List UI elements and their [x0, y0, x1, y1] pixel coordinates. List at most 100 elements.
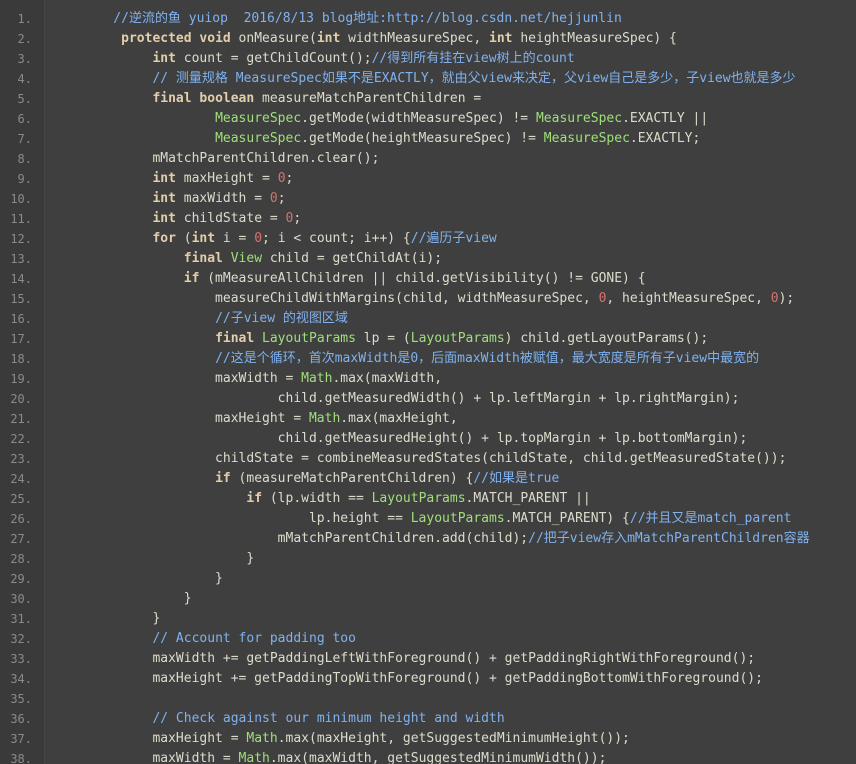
line-number: 31. — [10, 612, 32, 626]
code-line: 15. measureChildWithMargins(child, width… — [0, 289, 856, 309]
code-text: maxWidth += getPaddingLeftWithForeground… — [32, 649, 755, 669]
code-token: ; — [293, 211, 302, 226]
code-text: int maxWidth = 0; — [32, 189, 285, 209]
code-text: int childState = 0; — [32, 209, 301, 229]
code-text: maxWidth = Math.max(maxWidth, getSuggest… — [32, 749, 606, 764]
code-token: int — [316, 31, 341, 46]
code-line: 25. if (lp.width == LayoutParams.MATCH_P… — [0, 489, 856, 509]
code-token: //遍历子view — [410, 231, 497, 246]
code-line: 20. child.getMeasuredWidth() + lp.leftMa… — [0, 389, 856, 409]
code-token: // Check against our minimum height and … — [152, 711, 505, 726]
code-token: for — [152, 231, 176, 246]
code-token: measureMatchParentChildren = — [254, 91, 482, 106]
code-token: (lp.width == — [262, 491, 372, 506]
code-token: MeasureSpec — [535, 111, 623, 126]
code-token: .max(maxWidth, getSuggestedMinimumWidth(… — [269, 751, 607, 764]
code-token: if — [183, 271, 200, 286]
code-line: 37. maxHeight = Math.max(maxHeight, getS… — [0, 729, 856, 749]
code-line: 4. // 测量规格 MeasureSpec如果不是EXACTLY，就由父vie… — [0, 69, 856, 89]
code-line: 8. mMatchParentChildren.clear(); — [0, 149, 856, 169]
code-token: 0 — [254, 231, 263, 246]
code-token: .getMode(heightMeasureSpec) != — [301, 131, 544, 146]
code-text: child.getMeasuredWidth() + lp.leftMargin… — [32, 389, 740, 409]
code-line: 33. maxWidth += getPaddingLeftWithForegr… — [0, 649, 856, 669]
code-text: //这是个循环，首次maxWidth是0，后面maxWidth被赋值，最大宽度是… — [32, 349, 759, 369]
code-text: mMatchParentChildren.add(child);//把子view… — [32, 529, 810, 549]
code-token: Math — [301, 371, 333, 386]
code-text: maxHeight += getPaddingTopWithForeground… — [32, 669, 762, 689]
code-token: LayoutParams — [410, 511, 505, 526]
code-token: measureChildWithMargins(child, widthMeas… — [82, 291, 599, 306]
code-text: childState = combineMeasuredStates(child… — [32, 449, 786, 469]
line-number: 12. — [10, 232, 32, 246]
code-text: for (int i = 0; i < count; i++) {//遍历子vi… — [32, 229, 497, 249]
code-token: int — [152, 211, 176, 226]
code-line: 36. // Check against our minimum height … — [0, 709, 856, 729]
code-token: (measureMatchParentChildren) { — [230, 471, 474, 486]
code-token: int — [152, 51, 176, 66]
code-line: 30. } — [0, 589, 856, 609]
code-line: 9. int maxHeight = 0; — [0, 169, 856, 189]
code-token: //逆流的鱼 yuiop 2016/8/13 blog地址:http://blo… — [82, 11, 622, 26]
code-text: maxHeight = Math.max(maxHeight, — [32, 409, 458, 429]
code-line: 27. mMatchParentChildren.add(child);//把子… — [0, 529, 856, 549]
code-token: onMeasure( — [230, 31, 317, 46]
code-token: int — [191, 231, 216, 246]
code-text: MeasureSpec.getMode(heightMeasureSpec) !… — [32, 129, 700, 149]
code-token: .getMode(widthMeasureSpec) != — [301, 111, 536, 126]
code-token: child.getMeasuredWidth() + lp.leftMargin… — [82, 391, 740, 406]
code-token: //并且又是match_parent — [629, 511, 792, 526]
code-token: maxWidth += getPaddingLeftWithForeground… — [82, 651, 756, 666]
code-token: child.getMeasuredHeight() + lp.topMargin… — [82, 431, 748, 446]
line-number: 25. — [10, 492, 32, 506]
code-line: 6. MeasureSpec.getMode(widthMeasureSpec)… — [0, 109, 856, 129]
code-text: int maxHeight = 0; — [32, 169, 293, 189]
line-number: 23. — [10, 452, 32, 466]
code-token: childState = — [175, 211, 286, 226]
code-token: LayoutParams — [410, 331, 505, 346]
code-token: //得到所有挂在view树上的count — [371, 51, 575, 66]
code-token: void — [199, 31, 231, 46]
line-number: 33. — [10, 652, 32, 666]
line-number: 30. — [10, 592, 32, 606]
code-line: 29. } — [0, 569, 856, 589]
code-token: boolean — [199, 91, 255, 106]
code-text: // 测量规格 MeasureSpec如果不是EXACTLY，就由父view来决… — [32, 69, 795, 89]
code-token: final — [183, 251, 223, 266]
line-number: 15. — [10, 292, 32, 306]
code-line: 14. if (mMeasureAllChildren || child.get… — [0, 269, 856, 289]
line-number: 27. — [10, 532, 32, 546]
code-token: } — [82, 551, 255, 566]
line-number: 1. — [17, 12, 32, 26]
code-line: 12. for (int i = 0; i < count; i++) {//遍… — [0, 229, 856, 249]
line-number: 7. — [17, 132, 32, 146]
code-token: childState = combineMeasuredStates(child… — [82, 451, 787, 466]
code-text: lp.height == LayoutParams.MATCH_PARENT) … — [32, 509, 792, 529]
code-token: } — [82, 611, 161, 626]
line-number: 9. — [17, 172, 32, 186]
code-token: (mMeasureAllChildren || child.getVisibil… — [199, 271, 646, 286]
line-number: 16. — [10, 312, 32, 326]
code-token: LayoutParams — [262, 331, 356, 346]
code-line: 28. } — [0, 549, 856, 569]
code-token: int — [152, 191, 176, 206]
line-number: 5. — [17, 92, 32, 106]
code-text: maxHeight = Math.max(maxHeight, getSugge… — [32, 729, 629, 749]
code-line: 7. MeasureSpec.getMode(heightMeasureSpec… — [0, 129, 856, 149]
code-token: mMatchParentChildren.add(child); — [82, 531, 529, 546]
code-line: 5. final boolean measureMatchParentChild… — [0, 89, 856, 109]
code-line: 22. child.getMeasuredHeight() + lp.topMa… — [0, 429, 856, 449]
code-text: } — [32, 589, 192, 609]
code-line: 32. // Account for padding too — [0, 629, 856, 649]
code-token: maxWidth = — [175, 191, 270, 206]
code-text: // Check against our minimum height and … — [32, 709, 505, 729]
code-token: //这是个循环，首次maxWidth是0，后面maxWidth被赋值，最大宽度是… — [215, 351, 760, 366]
